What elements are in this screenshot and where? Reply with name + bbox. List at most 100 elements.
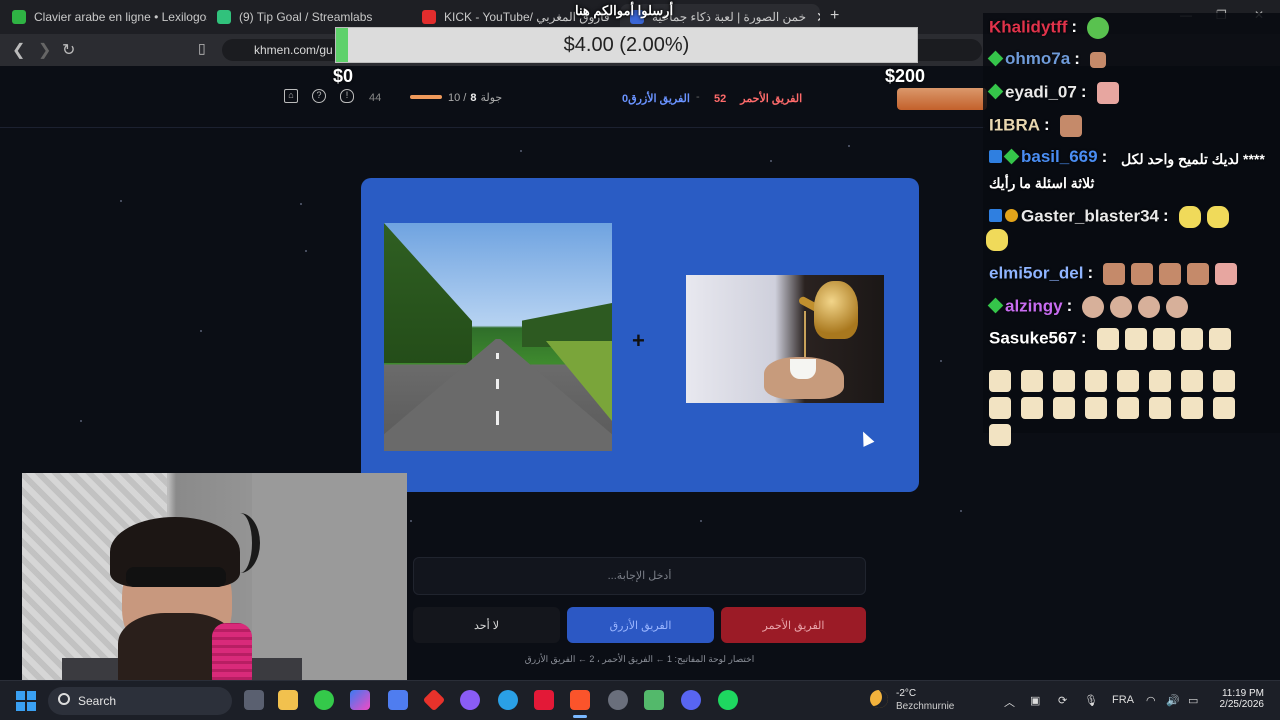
active-app-indicator (573, 715, 587, 718)
blue-team-button[interactable]: الفريق الأزرق (567, 607, 714, 643)
close-tab-icon[interactable]: ✕ (816, 9, 820, 26)
face-emote-icon (1103, 263, 1126, 285)
anime-emote-icon (1085, 397, 1107, 419)
reload-icon[interactable]: ↻ (62, 40, 75, 60)
keyboard-shortcuts-hint: اختصار لوحة المفاتيح: 1 ← الفريق الأحمر … (524, 654, 755, 664)
diamond-badge-icon (987, 50, 1004, 67)
chat-message: Gaster_blaster34: (989, 206, 1276, 228)
file-explorer-icon[interactable] (278, 690, 298, 710)
anime-emote-icon (1085, 370, 1107, 392)
chat-username: Gaster_blaster34 (1021, 206, 1159, 226)
weather-temperature: -2°C (896, 688, 917, 699)
tab-label: Clavier arabe en ligne • Lexilogos (34, 10, 207, 24)
tip-goal-bar: $4.00 (2.00%) (335, 27, 918, 63)
tip-goal-text: $4.00 (2.00%) (563, 34, 690, 56)
patrick-emote-icon (1096, 82, 1119, 104)
windows-start-icon[interactable] (16, 691, 36, 711)
stream-banner-text: أرسلوا أموالكم هنا (575, 3, 674, 18)
red-team-button[interactable]: الفريق الأحمر (721, 607, 866, 643)
face-emote-icon (1215, 263, 1238, 285)
gold-badge-icon (1005, 209, 1018, 223)
cat-emote-icon (1206, 206, 1229, 228)
wifi-icon[interactable]: ◠ (1146, 694, 1156, 707)
help-icon[interactable]: ? (312, 89, 326, 103)
youtube-favicon-icon (422, 10, 436, 24)
coffee-pouring-image (686, 275, 884, 403)
search-icon (58, 693, 70, 705)
game-header: ⌂ ? ! 44 10 /8 جولة الفريق الأزرق0 - 52 ال… (0, 80, 985, 116)
new-tab-icon[interactable]: + (830, 7, 839, 25)
tab-label: (9) Tip Goal / Streamlabs (239, 10, 373, 24)
round-counter: 10 /8 جولة (448, 92, 503, 104)
weather-condition: Bezchmurnie (896, 701, 955, 712)
diamond-badge-icon (987, 84, 1004, 100)
face-emote-icon (1159, 263, 1182, 285)
chat-username: elmi5or_del (989, 263, 1084, 283)
clock-date: 2/25/2026 (1219, 699, 1265, 710)
battery-icon[interactable]: ▭ (1188, 694, 1198, 707)
wps-icon[interactable] (534, 690, 554, 710)
task-view-icon[interactable] (244, 690, 264, 710)
home-icon[interactable]: ⌂ (284, 89, 298, 103)
prime-badge-icon (989, 150, 1002, 163)
spotify-icon[interactable] (718, 690, 738, 710)
chat-message-text: ثلاثة اسئلة ما رأيك (989, 175, 1095, 191)
anime-emote-icon (1152, 328, 1175, 350)
back-icon[interactable]: ❮ (12, 40, 25, 60)
moon-weather-icon (870, 690, 888, 708)
language-indicator[interactable]: FRA (1112, 694, 1134, 706)
streamlabs-icon[interactable] (644, 690, 664, 710)
taskbar-clock[interactable]: 11:19 PM 2/25/2026 (1214, 688, 1265, 710)
tray-sync-icon[interactable]: ⟳ (1058, 694, 1067, 707)
anime-emote-icon (989, 424, 1011, 446)
bookmark-icon[interactable]: ▯ (198, 40, 206, 57)
obs-icon[interactable] (608, 690, 628, 710)
stream-chat: Khalidytff: ohmo7a: eyadi_07: I1BRA: bas… (983, 13, 1280, 446)
discord-icon[interactable] (681, 690, 701, 710)
tray-overflow-icon[interactable]: ︿ (1004, 694, 1015, 710)
microphone-icon[interactable]: 🎙 (1084, 694, 1098, 707)
bald-emote-icon (1082, 296, 1105, 318)
volume-icon[interactable]: 🔊 (1166, 694, 1180, 707)
anime-emote-icon (1117, 397, 1139, 419)
face-emote-icon (1187, 263, 1210, 285)
chat-message: Sasuke567: (989, 328, 1276, 350)
emote-grid (989, 368, 1269, 449)
chat-username: I1BRA (989, 115, 1041, 135)
anime-emote-icon (1181, 370, 1203, 392)
hint-bulb-icon[interactable]: ! (340, 89, 354, 103)
red-score-value: 52 (714, 93, 727, 105)
anime-emote-icon (1124, 328, 1147, 350)
cat-emote-icon (1178, 206, 1201, 228)
anime-emote-icon (1180, 328, 1203, 350)
chat-username: ohmo7a (1005, 49, 1071, 68)
no-one-button[interactable]: لا أحد (413, 607, 560, 643)
answer-input[interactable] (413, 557, 866, 595)
anime-emote-icon (989, 397, 1011, 419)
store-icon[interactable] (388, 690, 408, 710)
chat-message: elmi5or_del: (989, 263, 1276, 285)
anime-emote-icon (1181, 397, 1203, 419)
xbox-icon[interactable] (314, 690, 334, 710)
taskbar-search[interactable]: Search (48, 687, 232, 715)
chat-message: Khalidytff: (989, 17, 1276, 39)
chat-message: ohmo7a: (987, 49, 1276, 69)
anime-emote-icon (1096, 328, 1119, 350)
tab-lexilogos[interactable]: Clavier arabe en ligne • Lexilogos (12, 4, 207, 30)
twitch-icon[interactable] (460, 690, 480, 710)
red-team-score: 52 الفريق الأحمر (714, 92, 802, 105)
road-image (384, 223, 612, 451)
edge-icon[interactable] (498, 690, 518, 710)
webcam-feed (22, 473, 407, 690)
plus-icon: + (632, 328, 645, 353)
chat-message: alzingy: (987, 296, 1276, 318)
brave-icon[interactable] (570, 690, 590, 710)
copilot-icon[interactable] (350, 690, 370, 710)
face-emote-icon (1059, 115, 1082, 137)
diamond-badge-icon (987, 298, 1004, 314)
forward-icon[interactable]: ❯ (38, 40, 51, 60)
face-emote-icon (1131, 263, 1154, 285)
anime-emote-icon (1021, 397, 1043, 419)
red-team-label: الفريق الأحمر (740, 93, 803, 105)
tray-app-icon[interactable]: ▣ (1030, 694, 1040, 707)
